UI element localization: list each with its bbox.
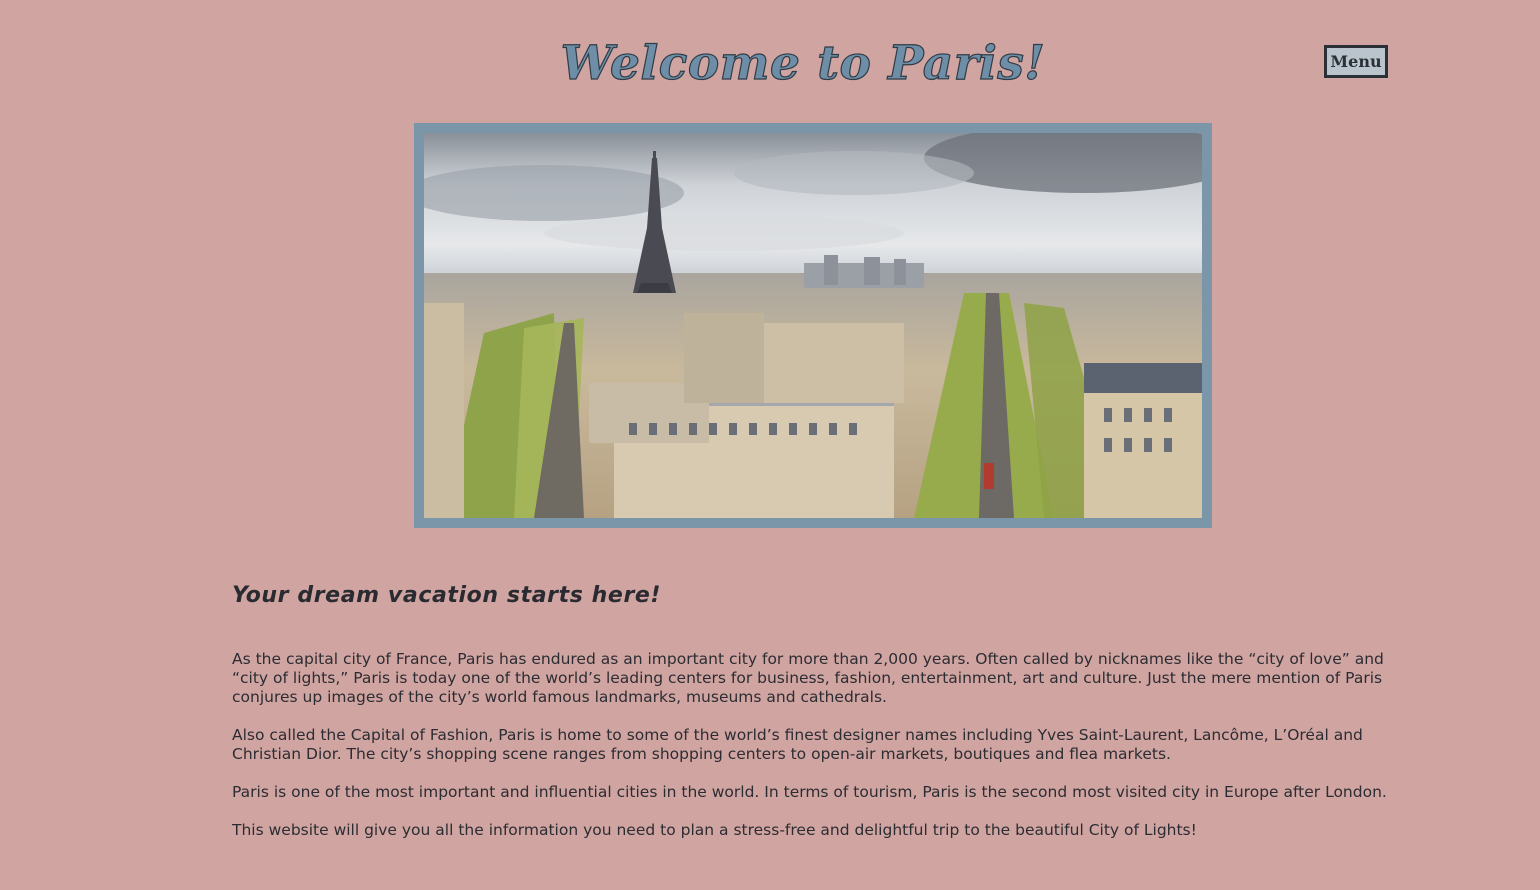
intro-text: As the capital city of France, Paris has… bbox=[232, 650, 1407, 859]
tagline: Your dream vacation starts here! bbox=[232, 583, 662, 608]
hero-image bbox=[424, 133, 1202, 518]
hero-image-frame bbox=[414, 123, 1212, 528]
page-title: Welcome to Paris! bbox=[560, 35, 1046, 91]
paragraph-capital: As the capital city of France, Paris has… bbox=[232, 650, 1384, 706]
menu-button[interactable]: Menu bbox=[1324, 45, 1388, 78]
paragraph-tourism: Paris is one of the most important and i… bbox=[232, 783, 1387, 801]
paragraph-fashion: Also called the Capital of Fashion, Pari… bbox=[232, 726, 1363, 763]
paragraph-website: This website will give you all the infor… bbox=[232, 821, 1197, 839]
